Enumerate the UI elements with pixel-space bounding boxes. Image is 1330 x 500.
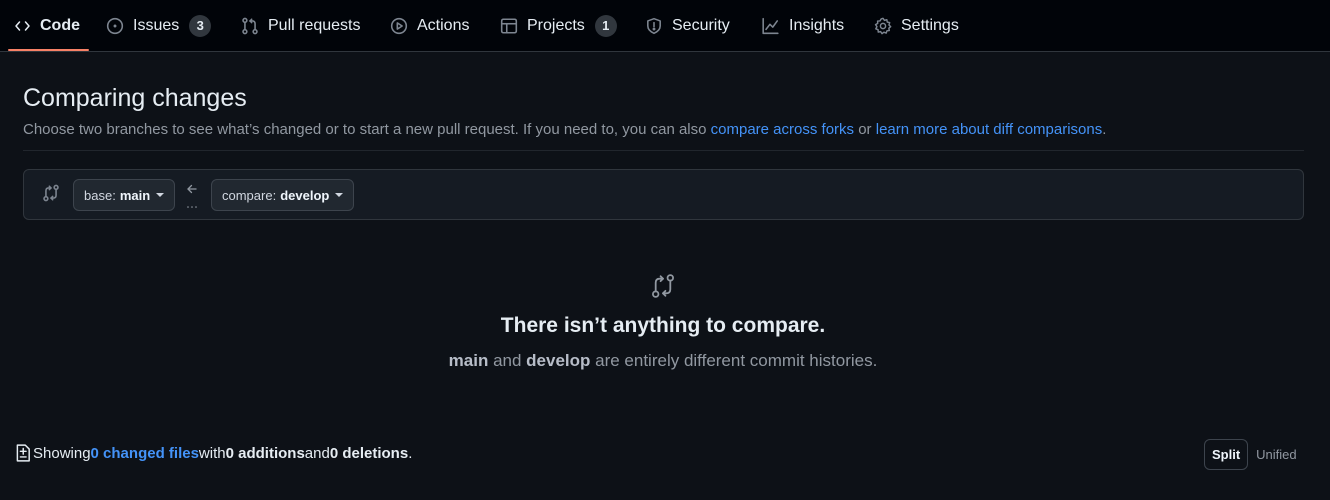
deletions-count: 0 deletions (329, 444, 409, 462)
diff-view-toggle: Split Unified (1204, 439, 1305, 470)
tab-issues[interactable]: Issues 3 (106, 0, 212, 51)
table-icon (500, 17, 518, 35)
arrow-left-icon (185, 182, 199, 212)
split-view-button[interactable]: Split (1204, 439, 1249, 470)
file-diff-icon (15, 444, 31, 462)
play-icon (390, 17, 408, 35)
tab-projects[interactable]: Projects 1 (500, 0, 617, 51)
issue-opened-icon (106, 17, 124, 35)
shield-icon (645, 17, 663, 35)
gear-icon (874, 17, 892, 35)
compare-branch-name: develop (280, 187, 330, 203)
tab-settings[interactable]: Settings (874, 0, 959, 51)
page-description: Choose two branches to see what’s change… (23, 121, 1106, 138)
base-branch-select[interactable]: base: main (73, 179, 176, 211)
page-title: Comparing changes (23, 84, 247, 112)
graph-icon (761, 17, 780, 35)
tab-insights-label: Insights (789, 16, 845, 34)
repo-tab-nav: Code Issues 3 Pull requests Actions Proj… (0, 0, 1330, 52)
blank-state-description: main and develop are entirely different … (0, 351, 1326, 371)
tab-code-label: Code (40, 16, 80, 34)
description-or: or (854, 121, 876, 138)
tab-pull-requests[interactable]: Pull requests (241, 0, 361, 51)
tab-code[interactable]: Code (8, 0, 89, 51)
code-icon (14, 18, 31, 34)
tab-actions[interactable]: Actions (390, 0, 469, 51)
compare-prefix: compare: (222, 187, 277, 203)
caret-down-icon (156, 193, 165, 197)
caret-down-icon (335, 193, 344, 197)
git-pull-request-icon (241, 17, 259, 35)
blank-and: and (488, 351, 527, 370)
base-prefix: base: (84, 187, 116, 203)
header-divider (23, 150, 1304, 151)
compare-branch-select[interactable]: compare: develop (211, 179, 355, 211)
tab-insights[interactable]: Insights (761, 0, 844, 51)
blank-branch-b: develop (526, 351, 591, 370)
tab-security-label: Security (672, 16, 730, 34)
tab-actions-label: Actions (417, 16, 470, 34)
base-branch-name: main (119, 187, 151, 203)
range-editor: base: main compare: develop (23, 169, 1304, 220)
projects-count-badge: 1 (594, 14, 617, 37)
blank-rest: are entirely different commit histories. (590, 351, 878, 370)
blank-state-title: There isn’t anything to compare. (500, 314, 826, 337)
description-end: . (1102, 121, 1107, 138)
diff-summary: Showing 0 changed files with 0 additions… (15, 444, 412, 462)
tab-settings-label: Settings (901, 16, 959, 34)
git-compare-icon (650, 273, 676, 299)
diff-end: . (408, 444, 413, 462)
learn-diff-comparisons-link[interactable]: learn more about diff comparisons (876, 121, 1103, 138)
tab-security[interactable]: Security (645, 0, 730, 51)
diff-showing: Showing (33, 444, 91, 462)
additions-count: 0 additions (225, 444, 305, 462)
unified-view-button[interactable]: Unified (1248, 439, 1304, 470)
issues-count-badge: 3 (189, 14, 212, 37)
description-text: Choose two branches to see what’s change… (23, 121, 711, 138)
diff-with: with (198, 444, 226, 462)
tab-issues-label: Issues (133, 16, 180, 34)
tab-projects-label: Projects (527, 16, 585, 34)
changed-files-link[interactable]: 0 changed files (91, 445, 199, 462)
tab-pull-requests-label: Pull requests (268, 16, 361, 34)
compare-across-forks-link[interactable]: compare across forks (711, 121, 854, 138)
git-compare-icon (42, 184, 60, 202)
blank-branch-a: main (448, 351, 489, 370)
diff-and: and (304, 444, 330, 462)
